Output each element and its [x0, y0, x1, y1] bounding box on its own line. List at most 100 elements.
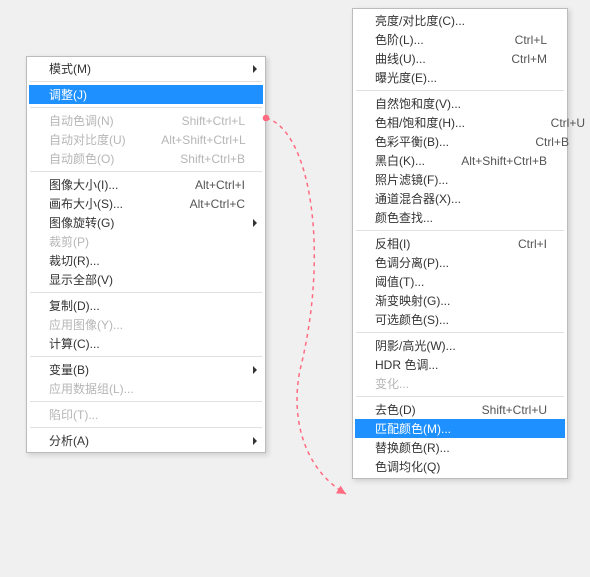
menu-item-shortcut: Ctrl+U — [495, 116, 585, 130]
menu-item-label: 替换颜色(R)... — [375, 439, 547, 456]
adjustments-submenu-item[interactable]: 照片滤镜(F)... — [355, 170, 565, 189]
menu-item-label: 画布大小(S)... — [49, 195, 125, 212]
menu-item-shortcut: Alt+Shift+Ctrl+L — [156, 133, 246, 147]
menu-item-label: 阴影/高光(W)... — [375, 337, 547, 354]
image-menu-item: 自动色调(N)Shift+Ctrl+L — [29, 111, 263, 130]
menu-item-label: 阈值(T)... — [375, 273, 547, 290]
menu-item-label: 自动颜色(O) — [49, 150, 125, 167]
image-menu-item: 应用数据组(L)... — [29, 379, 263, 398]
menu-item-label: 通道混合器(X)... — [375, 190, 547, 207]
adjustments-submenu-item[interactable]: 曲线(U)... Ctrl+M — [355, 49, 565, 68]
submenu-arrow-icon — [253, 219, 257, 227]
menu-separator — [30, 292, 262, 293]
adjustments-submenu-item[interactable]: 匹配颜色(M)... — [355, 419, 565, 438]
menu-item-label: 曲线(U)... — [375, 50, 427, 67]
menu-item-shortcut: Shift+Ctrl+U — [457, 403, 547, 417]
adjustments-submenu-item[interactable]: 阈值(T)... — [355, 272, 565, 291]
menu-separator — [30, 427, 262, 428]
image-menu-item[interactable]: 分析(A) — [29, 431, 263, 450]
menu-item-shortcut: Ctrl+M — [457, 52, 547, 66]
menu-item-label: 显示全部(V) — [49, 271, 245, 288]
menu-item-label: 变化... — [375, 375, 547, 392]
menu-item-label: 可选颜色(S)... — [375, 311, 547, 328]
image-menu-item: 应用图像(Y)... — [29, 315, 263, 334]
adjustments-submenu-item[interactable]: 替换颜色(R)... — [355, 438, 565, 457]
menu-separator — [30, 81, 262, 82]
adjustments-submenu-item[interactable]: 自然饱和度(V)... — [355, 94, 565, 113]
menu-item-label: HDR 色调... — [375, 356, 547, 373]
menu-item-label: 去色(D) — [375, 401, 427, 418]
image-menu-item: 裁剪(P) — [29, 232, 263, 251]
adjustments-submenu-item[interactable]: 曝光度(E)... — [355, 68, 565, 87]
menu-item-shortcut: Alt+Ctrl+C — [155, 197, 245, 211]
image-menu-item[interactable]: 变量(B) — [29, 360, 263, 379]
menu-item-label: 调整(J) — [49, 86, 245, 103]
menu-item-label: 计算(C)... — [49, 335, 245, 352]
adjustments-submenu-item[interactable]: 黑白(K)...Alt+Shift+Ctrl+B — [355, 151, 565, 170]
adjustments-submenu-item[interactable]: 色调均化(Q) — [355, 457, 565, 476]
image-menu-item[interactable]: 调整(J) — [29, 85, 263, 104]
menu-item-label: 模式(M) — [49, 60, 245, 77]
adjustments-submenu-item[interactable]: 可选颜色(S)... — [355, 310, 565, 329]
menu-item-shortcut: Shift+Ctrl+B — [155, 152, 245, 166]
image-menu-item[interactable]: 显示全部(V) — [29, 270, 263, 289]
adjustments-submenu-item[interactable]: 阴影/高光(W)... — [355, 336, 565, 355]
menu-separator — [356, 230, 564, 231]
menu-item-label: 自然饱和度(V)... — [375, 95, 547, 112]
adjustments-submenu-item[interactable]: 通道混合器(X)... — [355, 189, 565, 208]
menu-separator — [30, 356, 262, 357]
menu-item-label: 亮度/对比度(C)... — [375, 12, 547, 29]
image-menu[interactable]: 模式(M) 调整(J) 自动色调(N)Shift+Ctrl+L自动对比度(U)Alt… — [26, 56, 266, 453]
adjustments-submenu-item[interactable]: 渐变映射(G)... — [355, 291, 565, 310]
menu-separator — [356, 90, 564, 91]
menu-item-label: 裁切(R)... — [49, 252, 245, 269]
adjustments-submenu-item: 变化... — [355, 374, 565, 393]
adjustments-submenu-item[interactable]: 去色(D) Shift+Ctrl+U — [355, 400, 565, 419]
adjustments-submenu-item[interactable]: HDR 色调... — [355, 355, 565, 374]
menu-item-label: 匹配颜色(M)... — [375, 420, 547, 437]
adjustments-submenu-item[interactable]: 色调分离(P)... — [355, 253, 565, 272]
menu-item-shortcut: Ctrl+B — [479, 135, 569, 149]
menu-separator — [356, 396, 564, 397]
menu-item-label: 色调分离(P)... — [375, 254, 547, 271]
image-menu-item[interactable]: 计算(C)... — [29, 334, 263, 353]
submenu-arrow-icon — [253, 437, 257, 445]
menu-item-label: 照片滤镜(F)... — [375, 171, 547, 188]
menu-item-shortcut: Ctrl+I — [457, 237, 547, 251]
adjustments-submenu[interactable]: 亮度/对比度(C)... 色阶(L)... Ctrl+L 曲线(U)... Ctrl+M… — [352, 8, 568, 479]
menu-item-label: 色调均化(Q) — [375, 458, 547, 475]
image-menu-item[interactable]: 画布大小(S)... Alt+Ctrl+C — [29, 194, 263, 213]
menu-item-label: 应用数据组(L)... — [49, 380, 245, 397]
image-menu-item[interactable]: 模式(M) — [29, 59, 263, 78]
image-menu-item[interactable]: 复制(D)... — [29, 296, 263, 315]
adjustments-submenu-item[interactable]: 色阶(L)... Ctrl+L — [355, 30, 565, 49]
image-menu-item: 自动对比度(U)Alt+Shift+Ctrl+L — [29, 130, 263, 149]
adjustments-submenu-item[interactable]: 色相/饱和度(H)...Ctrl+U — [355, 113, 565, 132]
image-menu-item[interactable]: 图像大小(I)...Alt+Ctrl+I — [29, 175, 263, 194]
menu-item-label: 变量(B) — [49, 361, 245, 378]
menu-item-label: 颜色查找... — [375, 209, 547, 226]
image-menu-item[interactable]: 图像旋转(G) — [29, 213, 263, 232]
menu-separator — [356, 332, 564, 333]
adjustments-submenu-item[interactable]: 色彩平衡(B)...Ctrl+B — [355, 132, 565, 151]
menu-item-shortcut: Alt+Ctrl+I — [155, 178, 245, 192]
submenu-arrow-icon — [253, 65, 257, 73]
submenu-arrow-icon — [253, 366, 257, 374]
menu-item-label: 渐变映射(G)... — [375, 292, 547, 309]
image-menu-item: 陷印(T)... — [29, 405, 263, 424]
menu-item-label: 黑白(K)... — [375, 152, 427, 169]
menu-item-label: 复制(D)... — [49, 297, 245, 314]
menu-item-label: 色相/饱和度(H)... — [375, 114, 465, 131]
menu-item-label: 应用图像(Y)... — [49, 316, 245, 333]
menu-item-label: 色阶(L)... — [375, 31, 427, 48]
adjustments-submenu-item[interactable]: 亮度/对比度(C)... — [355, 11, 565, 30]
menu-item-label: 陷印(T)... — [49, 406, 245, 423]
menu-item-label: 裁剪(P) — [49, 233, 245, 250]
menu-separator — [30, 401, 262, 402]
menu-item-shortcut: Ctrl+L — [457, 33, 547, 47]
menu-separator — [30, 107, 262, 108]
menu-item-label: 自动色调(N) — [49, 112, 125, 129]
adjustments-submenu-item[interactable]: 颜色查找... — [355, 208, 565, 227]
image-menu-item[interactable]: 裁切(R)... — [29, 251, 263, 270]
adjustments-submenu-item[interactable]: 反相(I)Ctrl+I — [355, 234, 565, 253]
